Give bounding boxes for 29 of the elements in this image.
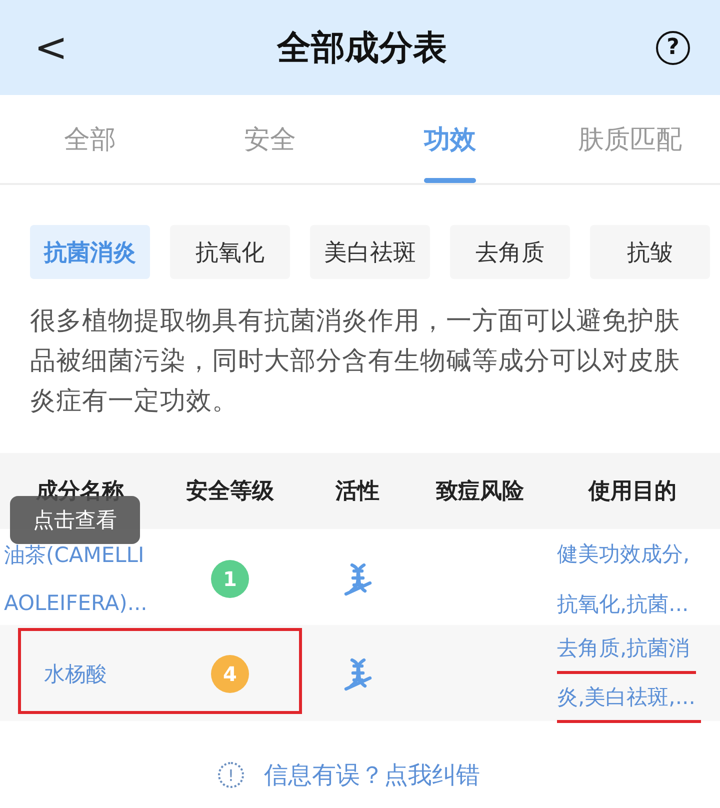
usage-purpose: 炎,美白祛斑,... xyxy=(557,674,702,723)
tooltip: 点击查看 xyxy=(10,496,140,544)
column-header: 活性 xyxy=(334,478,380,506)
back-button[interactable]: < xyxy=(34,28,68,68)
column-header: 致痘风险 xyxy=(435,478,525,506)
report-error-link[interactable]: 信息有误？点我纠错 xyxy=(264,759,480,791)
tab[interactable]: 全部 xyxy=(0,95,180,183)
filter-chip[interactable]: 去角质 xyxy=(450,225,570,279)
help-button[interactable]: ? xyxy=(656,30,690,64)
filter-chip[interactable]: 抗皱 xyxy=(590,225,710,279)
description-text: 很多植物提取物具有抗菌消炎作用，一方面可以避免护肤品被细菌污染，同时大部分含有生物碱等成分可以对皮肤炎症有一定功效。 xyxy=(30,305,681,418)
column-header: 使用目的 xyxy=(587,478,678,506)
info-icon: ! xyxy=(218,762,244,788)
tab[interactable]: 功效 xyxy=(360,95,540,183)
filter-chip[interactable]: 抗氧化 xyxy=(170,225,290,279)
filter-chip[interactable]: 抗菌消炎 xyxy=(30,225,150,279)
ingredient-name[interactable]: AOLEIFERA)... xyxy=(4,579,148,627)
safety-level-badge: 1 xyxy=(211,560,249,598)
tab[interactable]: 肤质匹配 xyxy=(540,95,720,183)
column-header: 安全等级 xyxy=(185,478,275,506)
filter-chip[interactable]: 美白祛斑 xyxy=(310,225,430,279)
usage-purpose: 抗氧化,抗菌... xyxy=(557,591,690,618)
tab[interactable]: 安全 xyxy=(180,95,360,183)
page-title: 全部成分表 xyxy=(277,26,447,70)
safety-level-badge: 4 xyxy=(211,655,249,693)
table-row[interactable]: 水杨酸 4 去角质,抗菌消 炎,美白祛斑,... xyxy=(0,625,720,721)
usage-purpose: 去角质,抗菌消 xyxy=(557,625,696,674)
usage-purpose: 健美功效成分, xyxy=(557,541,691,568)
ingredient-name[interactable]: 水杨酸 xyxy=(44,650,107,698)
